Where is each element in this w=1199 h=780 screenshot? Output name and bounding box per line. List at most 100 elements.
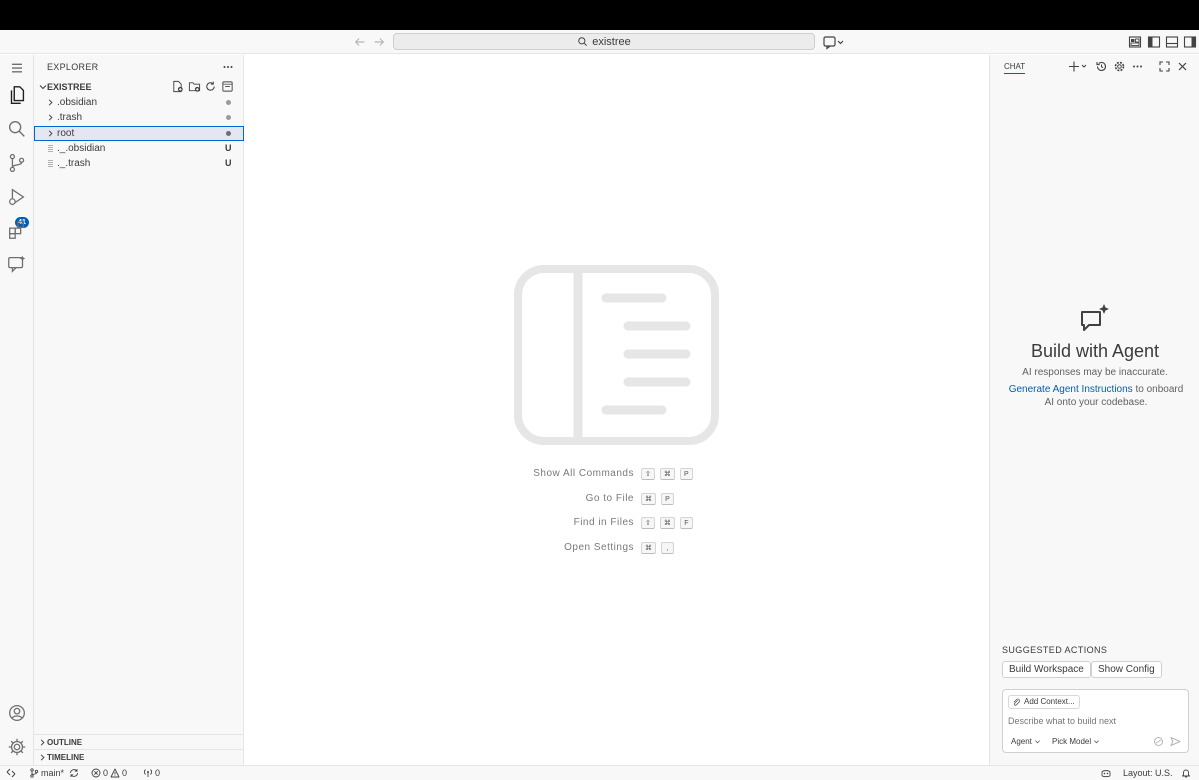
tree-item-label: ._.trash bbox=[57, 158, 91, 169]
hint-show-all-commands[interactable]: Show All Commands ⇧ ⌘ P bbox=[244, 468, 989, 482]
close-icon[interactable] bbox=[1176, 60, 1189, 73]
editor-area: Show All Commands ⇧ ⌘ P Go to File ⌘ P F… bbox=[244, 55, 989, 765]
more-actions-icon[interactable] bbox=[1131, 60, 1144, 73]
search-icon bbox=[578, 37, 588, 46]
search-icon[interactable] bbox=[6, 118, 28, 140]
chat-input-box[interactable]: Add Context... Describe what to build ne… bbox=[1002, 689, 1189, 753]
hint-go-to-file[interactable]: Go to File ⌘ P bbox=[244, 493, 989, 507]
gear-icon[interactable] bbox=[6, 736, 28, 758]
tree-item-root[interactable]: root bbox=[34, 126, 244, 141]
keycap: P bbox=[679, 468, 693, 480]
menu-bar-strip bbox=[0, 0, 1199, 30]
keyboard-layout-indicator[interactable]: Layout: U.S. bbox=[1123, 767, 1173, 779]
status-bar: main* 0 0 0 Layout: U.S. bbox=[0, 765, 1199, 780]
menu-icon[interactable] bbox=[7, 58, 27, 78]
toggle-secondary-sidebar-icon[interactable] bbox=[1182, 34, 1198, 50]
keycap: P bbox=[661, 493, 674, 505]
command-center-text: existree bbox=[592, 35, 631, 48]
chevron-right-icon bbox=[46, 98, 55, 107]
add-context-button[interactable]: Add Context... bbox=[1008, 695, 1080, 709]
hint-label: Find in Files bbox=[573, 517, 634, 528]
refresh-icon[interactable] bbox=[204, 80, 217, 93]
remote-icon bbox=[6, 768, 16, 778]
hint-label: Show All Commands bbox=[533, 468, 634, 479]
hint-open-settings[interactable]: Open Settings ⌘ , bbox=[244, 542, 989, 556]
model-picker[interactable]: Pick Model bbox=[1052, 737, 1100, 746]
show-config-button[interactable]: Show Config bbox=[1091, 661, 1162, 678]
mode-picker[interactable]: Agent bbox=[1011, 737, 1041, 746]
remote-indicator[interactable] bbox=[6, 767, 16, 779]
tree-item-trash[interactable]: .trash bbox=[34, 110, 244, 125]
keycap: , bbox=[661, 542, 674, 554]
bell-icon bbox=[1182, 769, 1190, 778]
keycap: ⌘ bbox=[641, 542, 656, 554]
branch-indicator[interactable]: main* bbox=[29, 767, 64, 779]
file-lines-icon bbox=[47, 144, 55, 153]
tree-item-label: ._.obsidian bbox=[57, 143, 106, 154]
mode-picker-label: Agent bbox=[1011, 737, 1032, 746]
chat-panel: CHAT Build with Agent AI responses may b… bbox=[989, 55, 1199, 765]
notifications-button[interactable] bbox=[1181, 767, 1191, 779]
problems-indicator[interactable]: 0 0 bbox=[91, 767, 127, 779]
extensions-icon[interactable] bbox=[6, 219, 28, 241]
toggle-panel-icon[interactable] bbox=[1164, 34, 1180, 50]
tree-item-obsidian[interactable]: .obsidian bbox=[34, 95, 244, 110]
keycap: ⇧ bbox=[641, 517, 655, 529]
chevron-right-icon bbox=[46, 129, 55, 138]
run-debug-icon[interactable] bbox=[6, 186, 28, 208]
source-control-icon[interactable] bbox=[6, 152, 28, 174]
chevron-down-icon bbox=[1034, 740, 1040, 744]
tree-item-dot-obsidian-file[interactable]: ._.obsidian U bbox=[34, 141, 244, 156]
tools-icon[interactable] bbox=[1153, 736, 1164, 747]
keycap: F bbox=[679, 517, 693, 529]
git-branch-icon bbox=[30, 768, 39, 778]
new-folder-icon[interactable] bbox=[188, 80, 201, 93]
customize-layout-icon[interactable] bbox=[1127, 34, 1143, 50]
command-center-search[interactable]: existree bbox=[393, 33, 815, 50]
keyboard-layout-label: Layout: U.S. bbox=[1123, 768, 1173, 778]
new-chat-icon[interactable] bbox=[1068, 60, 1088, 73]
outline-section-header[interactable]: OUTLINE bbox=[34, 734, 244, 749]
ports-count: 0 bbox=[155, 768, 161, 778]
chat-icon[interactable] bbox=[6, 253, 28, 275]
send-icon[interactable] bbox=[1170, 736, 1181, 747]
keycap: ⌘ bbox=[641, 493, 656, 505]
timeline-label: TIMELINE bbox=[47, 753, 85, 762]
tree-item-label: .obsidian bbox=[57, 97, 98, 108]
workspace-folder-header[interactable]: EXISTREE bbox=[34, 79, 244, 95]
modified-dot bbox=[226, 115, 231, 120]
new-file-icon[interactable] bbox=[171, 80, 184, 93]
branch-name: main* bbox=[41, 768, 65, 778]
untracked-status: U bbox=[225, 143, 232, 153]
toggle-primary-sidebar-icon[interactable] bbox=[1146, 34, 1162, 50]
timeline-section-header[interactable]: TIMELINE bbox=[34, 749, 244, 764]
build-workspace-button[interactable]: Build Workspace bbox=[1002, 661, 1091, 678]
untracked-status: U bbox=[225, 158, 232, 168]
explorer-files-icon[interactable] bbox=[6, 84, 28, 106]
chat-input-placeholder[interactable]: Describe what to build next bbox=[1008, 716, 1116, 726]
account-icon[interactable] bbox=[6, 702, 28, 724]
tree-item-dot-trash-file[interactable]: ._.trash U bbox=[34, 156, 244, 171]
modified-dot bbox=[226, 100, 231, 105]
file-lines-icon bbox=[47, 159, 55, 168]
history-icon[interactable] bbox=[1095, 60, 1108, 73]
sync-button[interactable] bbox=[69, 767, 79, 779]
chevron-down-icon bbox=[1094, 740, 1100, 744]
back-arrow-icon[interactable] bbox=[353, 35, 367, 49]
collapse-all-icon[interactable] bbox=[221, 80, 234, 93]
agent-chat-sparkle-icon bbox=[1079, 303, 1111, 333]
copilot-chat-menu-icon[interactable] bbox=[822, 34, 846, 50]
copilot-status[interactable] bbox=[1100, 767, 1112, 779]
tab-chat[interactable]: CHAT bbox=[1004, 62, 1026, 74]
generate-instructions-link[interactable]: Generate Agent Instructions bbox=[1009, 384, 1133, 395]
add-context-label: Add Context... bbox=[1024, 697, 1075, 706]
settings-gear-icon[interactable] bbox=[1113, 60, 1126, 73]
chat-disclaimer: AI responses may be inaccurate. bbox=[1022, 367, 1168, 378]
forward-arrow-icon[interactable] bbox=[372, 35, 386, 49]
keycap: ⌘ bbox=[659, 468, 675, 480]
maximize-icon[interactable] bbox=[1158, 60, 1171, 73]
ports-indicator[interactable]: 0 bbox=[143, 767, 160, 779]
hint-find-in-files[interactable]: Find in Files ⇧ ⌘ F bbox=[244, 517, 989, 531]
workspace-folder-name: EXISTREE bbox=[47, 82, 92, 92]
more-actions-icon[interactable] bbox=[222, 61, 234, 73]
